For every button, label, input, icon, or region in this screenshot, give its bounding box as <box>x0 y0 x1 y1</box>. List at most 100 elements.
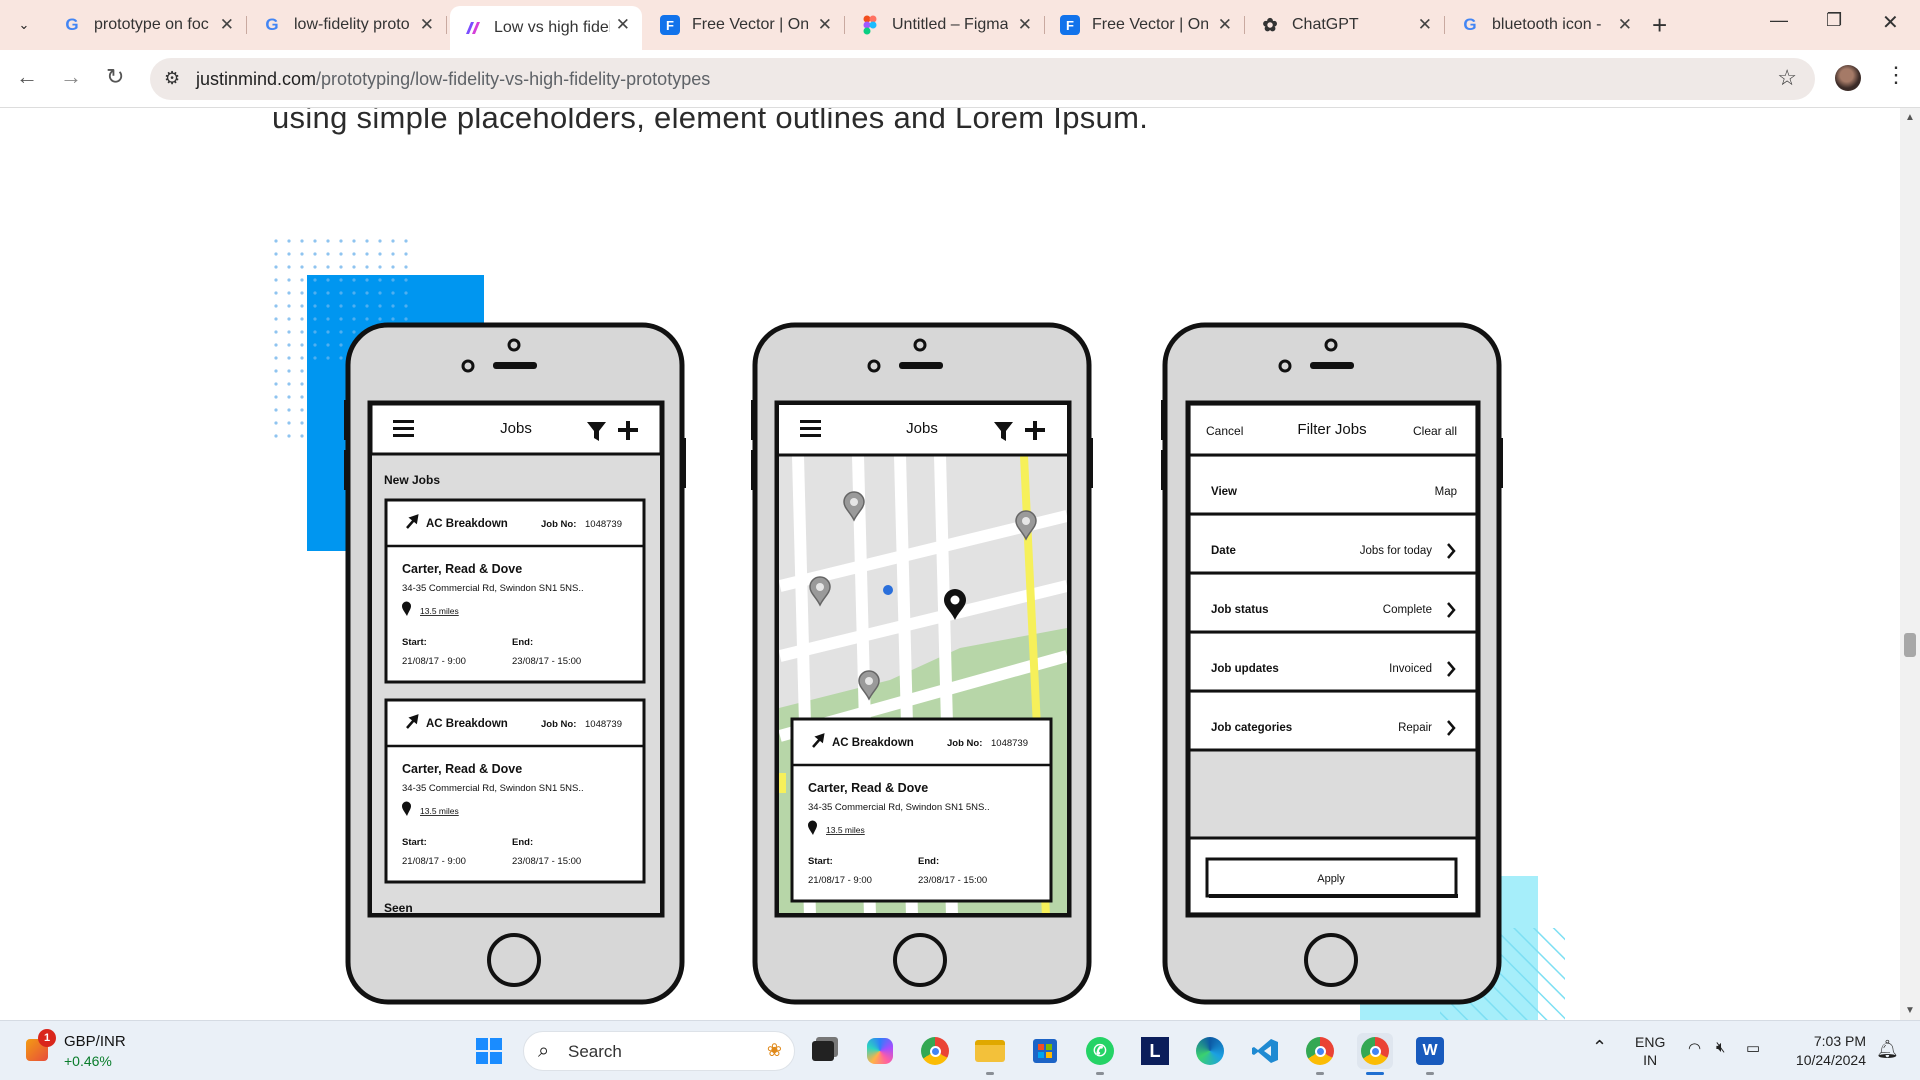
tab-8[interactable]: G bluetooth icon - ✕ <box>1448 6 1644 44</box>
phone-3-filter-jobs: Cancel Filter Jobs Clear all View Map Date… <box>1161 322 1503 1005</box>
l-app-icon[interactable]: L <box>1137 1033 1173 1069</box>
filter-value: Map <box>1435 486 1457 498</box>
job-no-label: Job No: <box>947 738 982 749</box>
new-tab-icon[interactable]: + <box>1652 10 1667 41</box>
filter-label: Job status <box>1211 604 1269 616</box>
job-card: AC Breakdown Job No: 1048739 Carter, Read &… <box>384 698 646 884</box>
battery-icon[interactable]: ▭ <box>1746 1039 1760 1057</box>
widget-forex[interactable]: 1 GBP/INR +0.46% <box>24 1029 134 1073</box>
reload-icon[interactable]: ↻ <box>106 64 124 90</box>
job-type: AC Breakdown <box>426 518 508 530</box>
close-tab-icon[interactable]: ✕ <box>1618 15 1632 35</box>
vscode-icon[interactable] <box>1247 1033 1283 1069</box>
site-info-icon[interactable]: ⚙ <box>164 68 180 89</box>
page-content: using simple placeholders, element outli… <box>0 108 1900 1020</box>
taskbar-search[interactable]: ⌕ Search ❀ <box>523 1031 795 1071</box>
chrome-icon[interactable] <box>917 1033 953 1069</box>
tab-6[interactable]: F Free Vector | Onl ✕ <box>1048 6 1245 44</box>
edge-icon[interactable] <box>1192 1033 1228 1069</box>
scroll-up-arrow-icon[interactable]: ▲ <box>1905 112 1915 123</box>
tab-search-button[interactable]: ⌄ <box>8 10 40 40</box>
speaker-muted-icon[interactable]: 🔇︎ <box>1716 1039 1725 1056</box>
page-scrollbar[interactable]: ▲ ▼ <box>1900 108 1920 1020</box>
tab-3-active[interactable]: Low vs high fidel ✕ <box>450 6 642 50</box>
phone-1-jobs-list: Jobs New Jobs AC Breakdown Job No: 1048739… <box>344 322 686 1005</box>
close-tab-icon[interactable]: ✕ <box>1218 15 1232 35</box>
file-explorer-icon[interactable] <box>972 1033 1008 1069</box>
active-indicator <box>1366 1072 1384 1075</box>
windows-start-icon[interactable] <box>471 1033 507 1069</box>
microsoft-store-icon[interactable] <box>1027 1033 1063 1069</box>
justinmind-icon <box>462 18 482 38</box>
close-window-icon[interactable]: ✕ <box>1882 10 1899 35</box>
tab-title: prototype on foc <box>94 16 209 33</box>
show-hidden-icons-chevron-icon[interactable]: ⌃ <box>1592 1037 1607 1058</box>
close-tab-icon[interactable]: ✕ <box>1018 15 1032 35</box>
back-icon[interactable]: ← <box>16 64 38 90</box>
tab-7[interactable]: ✿ ChatGPT ✕ <box>1248 6 1445 44</box>
filter-value: Jobs for today <box>1360 545 1432 557</box>
start-label: Start: <box>808 856 833 867</box>
tab-1[interactable]: G prototype on foc ✕ <box>50 6 247 44</box>
close-tab-icon[interactable]: ✕ <box>1418 15 1432 35</box>
badge-count: 1 <box>43 1032 51 1044</box>
url-host: justinmind.com <box>196 69 317 89</box>
scroll-down-arrow-icon[interactable]: ▼ <box>1905 1005 1915 1016</box>
running-indicator <box>1316 1072 1324 1075</box>
address: 34-35 Commercial Rd, Swindon SN1 5NS.. <box>402 783 584 794</box>
end-time: 23/08/17 - 15:00 <box>512 656 581 667</box>
phone-2-map-view: Jobs AC Breakdown Job No: 1048739 Carter, R… <box>751 322 1093 1005</box>
wifi-icon[interactable]: ◠ <box>1688 1039 1701 1057</box>
chrome-profile-icon[interactable] <box>1302 1033 1338 1069</box>
filter-value: Invoiced <box>1389 663 1432 675</box>
tab-4[interactable]: F Free Vector | Onl ✕ <box>648 6 845 44</box>
apply-button: Apply <box>1205 857 1458 898</box>
clear-all-link: Clear all <box>1413 424 1457 438</box>
end-label: End: <box>918 856 939 867</box>
language-indicator[interactable]: ENG IN <box>1635 1033 1665 1069</box>
close-tab-icon[interactable]: ✕ <box>616 15 630 35</box>
profile-avatar[interactable] <box>1835 65 1861 91</box>
widget-title: GBP/INR <box>64 1033 126 1050</box>
filter-row: View Map <box>1190 457 1477 516</box>
filter-value: Repair <box>1398 722 1432 734</box>
distance-link: 13.5 miles <box>420 806 459 816</box>
address-bar[interactable]: ⚙ justinmind.com/prototyping/low-fidelit… <box>150 58 1815 100</box>
end-time: 23/08/17 - 15:00 <box>512 856 581 867</box>
address: 34-35 Commercial Rd, Swindon SN1 5NS.. <box>402 583 584 594</box>
menu-kebab-icon[interactable]: ⋮ <box>1885 62 1907 88</box>
forward-icon[interactable]: → <box>60 64 82 90</box>
whatsapp-icon[interactable]: ✆ <box>1082 1033 1118 1069</box>
google-icon: G <box>265 15 279 34</box>
apply-label: Apply <box>1317 873 1345 885</box>
copilot-icon[interactable] <box>862 1033 898 1069</box>
scrollbar-thumb[interactable] <box>1904 633 1916 657</box>
url-text[interactable]: justinmind.com/prototyping/low-fidelity-… <box>196 69 710 90</box>
tab-5[interactable]: Untitled – Figma ✕ <box>848 6 1045 44</box>
url-path: /prototyping/low-fidelity-vs-high-fideli… <box>316 69 711 89</box>
filter-jobs-title: Filter Jobs <box>1297 421 1366 438</box>
minimize-icon[interactable]: — <box>1770 10 1788 31</box>
filter-label: Date <box>1211 545 1236 557</box>
notification-bell-icon[interactable]: 🔔︎ <box>1876 1039 1899 1060</box>
start-time: 21/08/17 - 9:00 <box>402 656 466 667</box>
job-no-label: Job No: <box>541 519 576 530</box>
tab-title: Untitled – Figma <box>892 16 1008 33</box>
close-tab-icon[interactable]: ✕ <box>220 15 234 35</box>
close-tab-icon[interactable]: ✕ <box>818 15 832 35</box>
word-icon[interactable]: W <box>1412 1033 1448 1069</box>
task-view-icon[interactable] <box>805 1033 841 1069</box>
chrome-active-icon[interactable] <box>1357 1033 1393 1069</box>
restore-icon[interactable]: ❐ <box>1826 10 1842 31</box>
start-label: Start: <box>402 837 427 848</box>
filter-row: Job categories Repair <box>1190 693 1477 752</box>
job-no: 1048739 <box>585 719 622 730</box>
clock[interactable]: 7:03 PM 10/24/2024 <box>1786 1032 1866 1070</box>
freepik-icon: F <box>1060 15 1080 35</box>
widget-change: +0.46% <box>64 1053 112 1069</box>
section-seen: Seen <box>384 901 413 915</box>
job-no: 1048739 <box>585 519 622 530</box>
bookmark-star-icon[interactable]: ☆ <box>1777 65 1797 91</box>
tab-2[interactable]: G low-fidelity proto ✕ <box>250 6 447 44</box>
close-tab-icon[interactable]: ✕ <box>420 15 434 35</box>
